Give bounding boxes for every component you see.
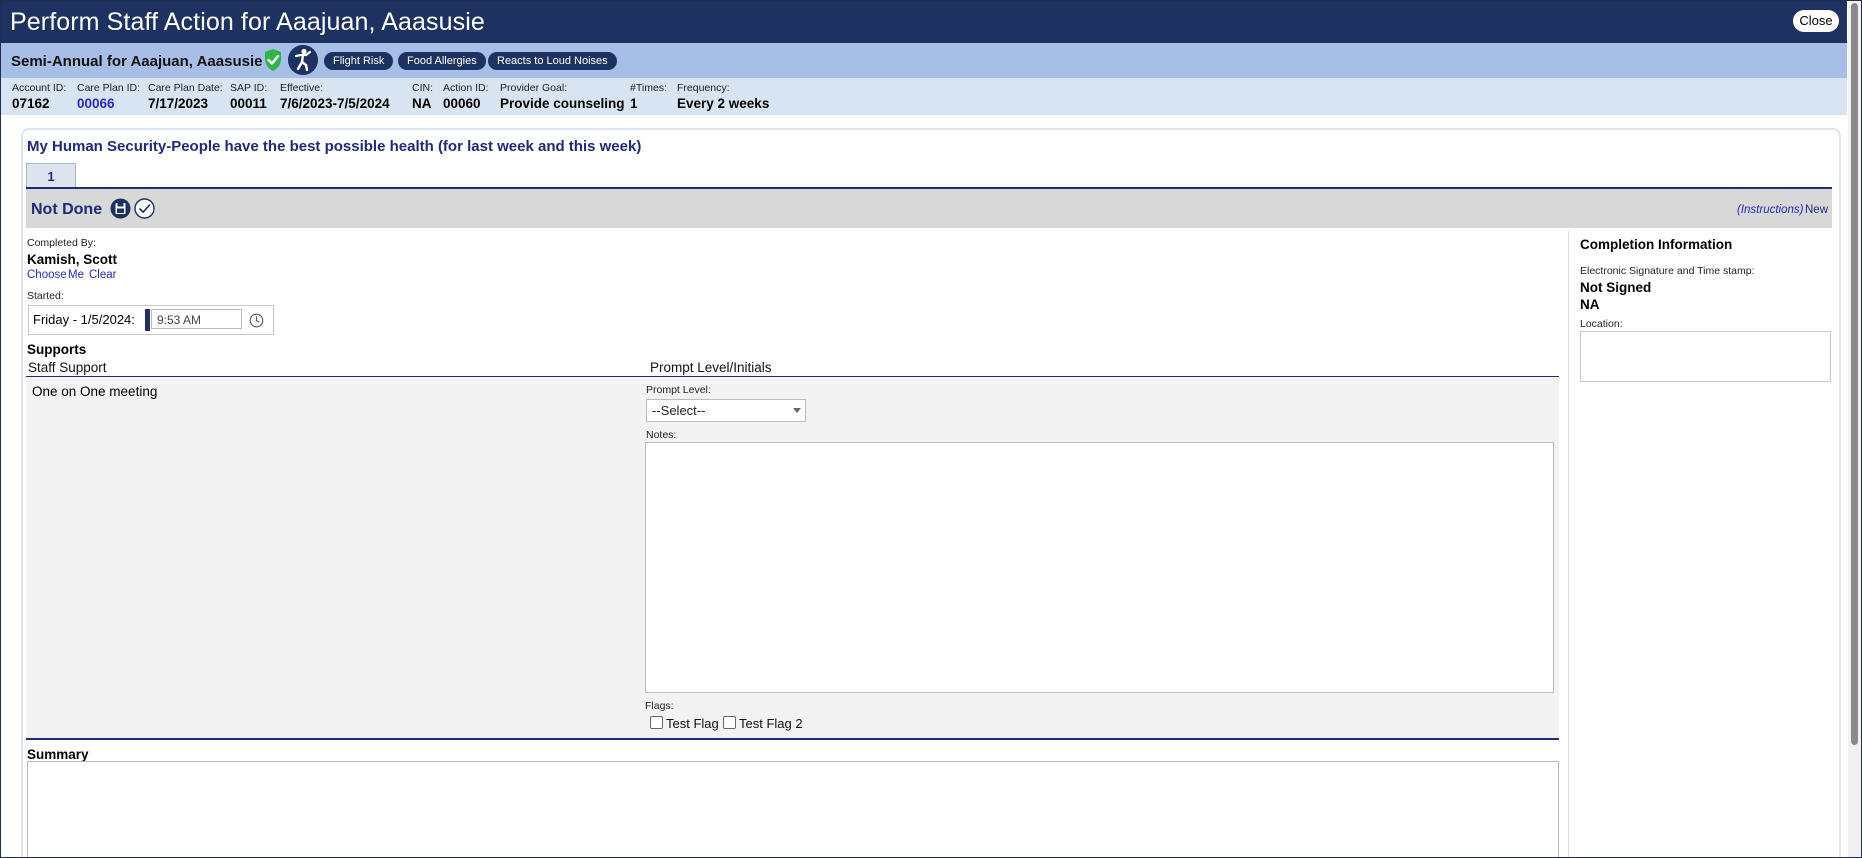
started-label: Started: <box>27 290 64 302</box>
info-effective: Effective: 7/6/2023-7/5/2024 <box>280 82 390 111</box>
info-label: Care Plan Date: <box>148 82 223 94</box>
me-link[interactable]: Me <box>68 269 84 281</box>
care-plan-info-row: Account ID: 07162 Care Plan ID: 00066 Ca… <box>1 78 1847 115</box>
info-label: Provider Goal: <box>500 82 568 94</box>
info-label: Frequency: <box>677 82 730 94</box>
plan-header: Semi-Annual for Aaajuan, Aaasusie Flight… <box>1 43 1847 78</box>
info-label: #Times: <box>630 82 667 94</box>
info-provider-goal: Provider Goal: Provide counseling <box>500 82 625 111</box>
notes-label: Notes: <box>646 429 677 441</box>
info-label: CIN: <box>412 82 433 94</box>
status-bar <box>26 189 1832 228</box>
staff-support-value: One on One meeting <box>32 384 158 399</box>
info-action-id: Action ID: 00060 <box>443 82 489 111</box>
supports-title: Supports <box>27 342 87 357</box>
info-care-plan-date: Care Plan Date: 7/17/2023 <box>148 82 223 111</box>
prompt-level-selected: --Select-- <box>652 403 706 418</box>
tab-1[interactable]: 1 <box>26 163 76 188</box>
window-title: Perform Staff Action for Aaajuan, Aaasus… <box>10 8 485 36</box>
tag-flight-risk[interactable]: Flight Risk <box>324 52 394 70</box>
close-button[interactable]: Close <box>1793 10 1839 32</box>
completed-by-name: Kamish, Scott <box>27 252 118 267</box>
dialog-window: Perform Staff Action for Aaajuan, Aaasus… <box>0 0 1862 858</box>
summary-title: Summary <box>27 747 89 762</box>
scrollbar-thumb[interactable] <box>1851 3 1858 745</box>
summary-textarea[interactable] <box>27 761 1559 857</box>
info-label: Action ID: <box>443 82 489 94</box>
info-value: 07162 <box>12 96 50 111</box>
save-icon[interactable] <box>110 198 131 219</box>
signature-status: Not Signed <box>1580 280 1652 295</box>
choose-link[interactable]: Choose <box>27 269 67 281</box>
staff-support-header: Staff Support <box>28 360 107 375</box>
flags-label: Flags: <box>645 700 674 712</box>
clear-link[interactable]: Clear <box>89 269 116 281</box>
prompt-level-select[interactable]: --Select-- <box>646 399 806 422</box>
info-value: 7/17/2023 <box>148 96 209 111</box>
signature-label: Electronic Signature and Time stamp: <box>1580 265 1755 277</box>
info-value: Provide counseling <box>500 96 625 111</box>
care-plan-id-link[interactable]: 00066 <box>77 96 140 111</box>
chevron-down-icon <box>793 408 801 413</box>
prompt-level-header: Prompt Level/Initials <box>650 360 772 375</box>
info-value: 00011 <box>230 96 267 111</box>
info-label: SAP ID: <box>230 82 268 94</box>
check-circle-icon[interactable] <box>134 198 155 219</box>
test-flag-2-checkbox[interactable] <box>723 716 736 729</box>
info-label: Account ID: <box>12 82 67 94</box>
completion-title: Completion Information <box>1580 237 1733 252</box>
supports-divider-bottom <box>26 738 1559 740</box>
test-flag-label: Test Flag <box>666 716 719 731</box>
status-text: Not Done <box>31 201 103 218</box>
info-times: #Times: 1 <box>630 82 667 111</box>
plan-title: Semi-Annual for Aaajuan, Aaasusie <box>11 53 263 70</box>
tag-food-allergies[interactable]: Food Allergies <box>398 52 486 70</box>
completion-divider <box>1568 231 1569 857</box>
goal-title: My Human Security-People have the best p… <box>27 138 642 155</box>
info-sap-id: SAP ID: 00011 <box>230 82 267 111</box>
time-field-marker <box>145 309 150 331</box>
info-value: 1 <box>630 96 638 111</box>
info-value: NA <box>412 96 432 111</box>
info-label: Effective: <box>280 82 323 94</box>
started-time-input[interactable]: 9:53 AM <box>151 309 242 329</box>
test-flag-checkbox[interactable] <box>650 716 663 729</box>
person-icon <box>288 45 318 75</box>
signature-value: NA <box>1580 297 1600 312</box>
info-care-plan-id: Care Plan ID: 00066 <box>77 82 140 111</box>
info-value: Every 2 weeks <box>677 96 770 111</box>
location-input[interactable] <box>1580 331 1831 382</box>
clock-icon[interactable] <box>249 313 264 328</box>
title-bar: Perform Staff Action for Aaajuan, Aaasus… <box>1 1 1847 43</box>
info-value: 7/6/2023-7/5/2024 <box>280 96 390 111</box>
prompt-level-label: Prompt Level: <box>646 384 711 396</box>
tag-reacts-to-loud-noises[interactable]: Reacts to Loud Noises <box>488 52 617 70</box>
notes-textarea[interactable] <box>645 442 1554 693</box>
info-frequency: Frequency: Every 2 weeks <box>677 82 769 111</box>
new-link[interactable]: New <box>1805 204 1828 216</box>
completed-by-label: Completed By: <box>27 237 96 249</box>
started-date: Friday - 1/5/2024: <box>33 312 135 327</box>
started-datetime: Friday - 1/5/2024: 9:53 AM <box>28 305 274 335</box>
info-value: 00060 <box>443 96 481 111</box>
info-account-id: Account ID: 07162 <box>12 82 66 111</box>
location-label: Location: <box>1580 318 1623 330</box>
instructions-link[interactable]: (Instructions) <box>1737 204 1803 216</box>
info-label: Care Plan ID: <box>77 82 141 94</box>
shield-check-icon <box>265 49 281 71</box>
info-cin: CIN: NA <box>412 82 433 111</box>
test-flag-2-label: Test Flag 2 <box>739 716 803 731</box>
